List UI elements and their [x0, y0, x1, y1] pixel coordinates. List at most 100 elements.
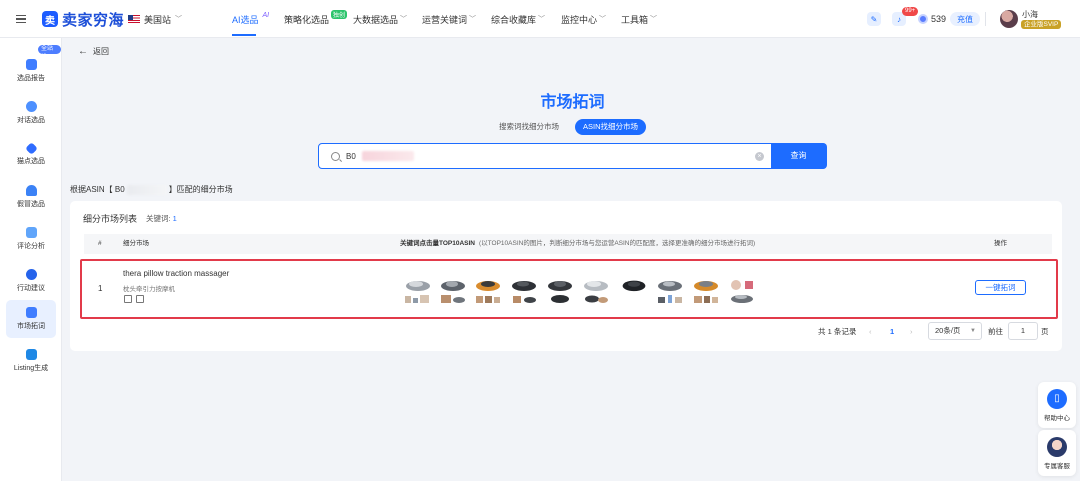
back-button[interactable]: ← 返回 — [78, 46, 109, 57]
product-thumbnail[interactable] — [620, 278, 648, 292]
product-thumbnail[interactable] — [656, 292, 684, 304]
expand-keyword-button[interactable]: 一键拓词 — [975, 280, 1026, 295]
us-flag-icon — [128, 15, 140, 23]
compass-icon — [25, 269, 37, 280]
nav-favorites[interactable]: 综合收藏库 ﹀ — [491, 0, 545, 38]
coin-balance: 539 — [918, 0, 946, 38]
share-icon[interactable] — [136, 295, 144, 303]
product-thumbnail[interactable] — [510, 278, 538, 292]
nav-label: 工具箱 — [621, 14, 649, 25]
product-thumbnail[interactable] — [692, 278, 720, 292]
copy-icon[interactable] — [124, 295, 132, 303]
edit-button[interactable]: ✎ — [867, 0, 881, 38]
keyword-count-label: 关键词: — [146, 214, 173, 223]
product-thumbnail[interactable] — [439, 278, 467, 292]
user-name: 小海 — [1022, 10, 1038, 19]
notification-button[interactable]: ♪ — [892, 0, 906, 38]
divider — [985, 12, 986, 26]
search-icon — [331, 151, 340, 161]
all-site-badge: 全站投 — [38, 45, 61, 61]
nav-keywords[interactable]: 运营关键词 ﹀ — [422, 0, 476, 38]
product-thumbnail[interactable] — [474, 292, 502, 304]
product-thumbnail[interactable] — [728, 278, 756, 292]
sidebar-item-review[interactable]: 评论分析 — [6, 220, 56, 258]
page-size-select[interactable]: 20条/页 ▼ — [928, 322, 982, 340]
chevron-down-icon: ﹀ — [599, 16, 607, 23]
match-suffix: 】匹配的细分市场 — [168, 185, 233, 194]
market-icon — [25, 307, 37, 318]
logo-mark-icon: 卖 — [42, 11, 58, 27]
site-selector[interactable]: 美国站 ﹀ — [128, 0, 182, 38]
keyword-count-value: 1 — [172, 214, 177, 223]
search-button[interactable]: 查询 — [770, 142, 827, 169]
top-navbar: 卖 卖家穷海 美国站 ﹀ AI选品 AI 策略化选品 独创 大数据选品 ﹀ 运营关… — [0, 0, 1080, 38]
search-input[interactable] — [346, 151, 362, 161]
sidebar-item-label: 对话选品 — [17, 117, 45, 124]
card-title: 细分市场列表 — [83, 214, 138, 224]
product-thumbnail[interactable] — [439, 292, 467, 304]
chevron-down-icon: ﹀ — [469, 16, 477, 23]
pager-total: 共 1 条记录 — [818, 326, 857, 336]
nav-label: 运营关键词 — [422, 14, 468, 25]
product-thumbnail[interactable] — [582, 278, 610, 292]
coin-value: 539 — [931, 14, 947, 24]
back-label: 返回 — [93, 47, 109, 56]
product-thumbnail[interactable] — [404, 292, 432, 304]
service-button[interactable]: 专属客服 — [1038, 430, 1076, 476]
avatar[interactable] — [1000, 10, 1018, 28]
product-thumbnail[interactable] — [728, 292, 756, 304]
nav-ai-selection[interactable]: AI选品 AI — [232, 0, 269, 38]
sidebar-item-market[interactable]: 市场拓词 — [6, 300, 56, 338]
pager-current-page[interactable]: 1 — [890, 322, 894, 340]
chevron-down-icon: ﹀ — [538, 16, 546, 23]
nav-monitor[interactable]: 监控中心 ﹀ — [561, 0, 606, 38]
col-index: # — [98, 240, 102, 247]
sidebar-item-listing[interactable]: Listing生成 — [6, 342, 56, 380]
search-mode-tabs: 搜索词找细分市场 ASIN找细分市场 — [491, 119, 647, 135]
logo-text: 卖家穷海 — [62, 11, 125, 29]
tab-asin[interactable]: ASIN找细分市场 — [575, 119, 647, 135]
chevron-right-icon[interactable]: › — [910, 322, 913, 340]
recharge-button[interactable]: 充值 — [950, 12, 980, 26]
product-thumbnail[interactable] — [474, 278, 502, 292]
product-thumbnail[interactable] — [656, 278, 684, 292]
nav-label: 大数据选品 — [353, 14, 399, 25]
match-prefix: 根据ASIN【 B0 — [70, 185, 125, 194]
goto-label: 前往 — [988, 326, 1003, 336]
keyword-cn: 枕头牵引力按摩机 — [123, 286, 175, 293]
goto-page-input[interactable]: 1 — [1008, 322, 1038, 340]
redacted-asin — [126, 184, 167, 195]
clear-icon[interactable]: × — [755, 152, 764, 161]
row-index: 1 — [98, 284, 103, 293]
product-thumbnail[interactable] — [582, 292, 610, 304]
service-avatar-icon — [1047, 436, 1067, 457]
nav-strategy-selection[interactable]: 策略化选品 独创 — [284, 0, 348, 38]
nav-toolbox[interactable]: 工具箱 ﹀ — [621, 0, 657, 38]
chevron-down-icon: ﹀ — [175, 16, 183, 23]
keyword-en: thera pillow traction massager — [123, 269, 230, 278]
help-center-button[interactable]: ▯ 帮助中心 — [1038, 382, 1076, 428]
match-caption: 根据ASIN【 B0 】匹配的细分市场 — [70, 184, 233, 195]
menu-icon[interactable] — [16, 0, 30, 38]
chevron-left-icon[interactable]: ‹ — [869, 322, 872, 340]
sidebar-item-fake[interactable]: 假冒选品 — [6, 178, 56, 216]
product-thumbnail[interactable] — [692, 292, 720, 304]
sidebar-item-pain-point[interactable]: 猫点选品 — [6, 136, 56, 174]
logo[interactable]: 卖 卖家穷海 — [42, 0, 124, 38]
nav-bigdata-selection[interactable]: 大数据选品 ﹀ — [353, 0, 407, 38]
nav-label: 综合收藏库 — [491, 14, 537, 25]
ai-badge: AI — [262, 11, 270, 19]
page-title: 市场拓词 — [540, 94, 605, 111]
sidebar-item-report[interactable]: 选品报告 — [6, 52, 56, 90]
product-thumbnail[interactable] — [510, 292, 538, 304]
chevron-down-icon: ﹀ — [650, 16, 658, 23]
tab-keyword[interactable]: 搜索词找细分市场 — [491, 119, 567, 135]
search-bar: × 查询 — [318, 142, 827, 169]
keyword-count: 关键词: 1 — [146, 213, 177, 224]
sidebar-item-action[interactable]: 行动建议 — [6, 262, 56, 300]
product-thumbnail[interactable] — [546, 292, 574, 304]
product-thumbnail[interactable] — [404, 278, 432, 292]
product-thumbnail[interactable] — [546, 278, 574, 292]
vip-badge: 企业版SVIP — [1021, 20, 1062, 29]
sidebar-item-label: 行动建议 — [17, 285, 45, 292]
